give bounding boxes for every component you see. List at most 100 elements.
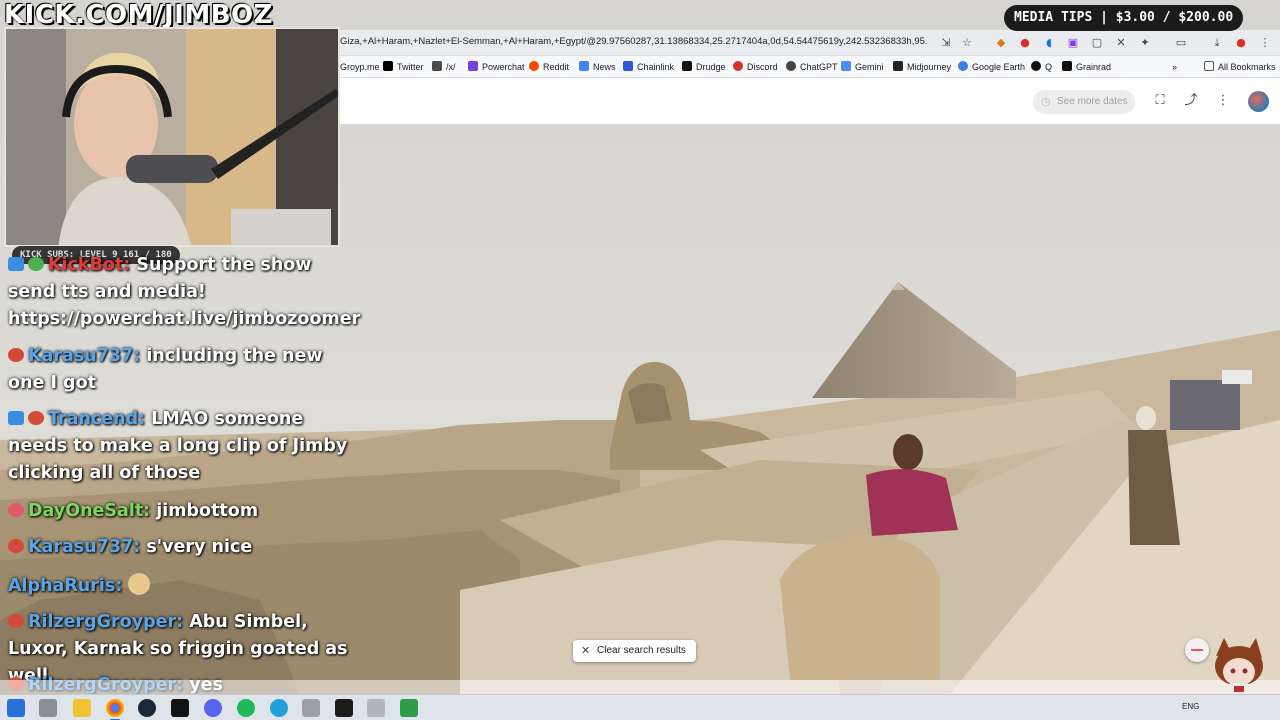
chat-badge-icon <box>8 503 24 517</box>
midjourney-icon <box>893 61 903 71</box>
spotify-icon[interactable] <box>237 699 255 717</box>
bookmark-item[interactable]: Drudge <box>682 60 726 74</box>
bookmark-item[interactable]: ChatGPT <box>786 60 838 74</box>
download-icon[interactable]: ⤓ <box>1210 36 1224 50</box>
audio-extension-icon[interactable]: ◖ <box>1042 36 1056 50</box>
chat-badge-icon <box>8 614 24 628</box>
q-icon <box>1031 61 1041 71</box>
bookmark-item[interactable]: /x/ <box>432 60 456 74</box>
chat-message: DayOneSalt: jimbottom <box>8 498 358 525</box>
reddit-icon <box>529 61 539 71</box>
grainrad-icon <box>1062 61 1072 71</box>
chat-username: DayOneSalt: <box>28 501 151 521</box>
see-more-dates-label: See more dates <box>1057 96 1128 107</box>
extension-icon[interactable]: ▣ <box>1066 36 1080 50</box>
windows-start-icon[interactable] <box>7 699 25 717</box>
tab-search-icon[interactable]: ▭ <box>1174 36 1188 50</box>
media-tips-counter: MEDIA TIPS | $3.00 / $200.00 <box>1004 5 1244 31</box>
discord-icon <box>733 61 743 71</box>
profile-icon[interactable]: ● <box>1234 36 1248 50</box>
xbox-icon[interactable] <box>400 699 418 717</box>
gemini-icon <box>841 61 851 71</box>
more-options-icon[interactable]: ⋮ <box>1215 93 1231 109</box>
file-explorer-icon[interactable] <box>73 699 91 717</box>
terminal-icon[interactable] <box>171 699 189 717</box>
chat-text: s'very nice <box>146 537 253 557</box>
all-bookmarks-button[interactable]: All Bookmarks <box>1204 60 1276 74</box>
drudge-icon <box>682 61 692 71</box>
chat-badge-icon <box>8 348 24 362</box>
bookmark-item[interactable]: Discord <box>733 60 778 74</box>
menu-kebab-icon[interactable]: ⋮ <box>1258 36 1272 50</box>
chainlink-icon <box>623 61 633 71</box>
chat-badge-icon <box>28 257 44 271</box>
account-avatar[interactable] <box>1248 91 1269 112</box>
adblock-extension-icon[interactable]: ● <box>1018 36 1032 50</box>
close-icon: ✕ <box>581 645 591 657</box>
adobe-icon[interactable] <box>335 699 353 717</box>
bookmark-item[interactable]: Gemini <box>841 60 884 74</box>
chat-message: Karasu737: including the new one I got <box>8 343 358 397</box>
bookmark-item[interactable]: Twitter <box>383 60 424 74</box>
discord-icon[interactable] <box>204 699 222 717</box>
app-icon[interactable] <box>302 699 320 717</box>
twitter-icon <box>383 61 393 71</box>
bookmark-item[interactable]: Chainlink <box>623 60 674 74</box>
telegram-icon[interactable] <box>270 699 288 717</box>
extension-icon[interactable]: ▢ <box>1090 36 1104 50</box>
bookmark-item[interactable]: News <box>579 60 616 74</box>
folder-icon <box>1204 61 1214 71</box>
chrome-icon[interactable] <box>106 699 124 720</box>
windows-taskbar: ENG <box>0 694 1280 720</box>
webcam-feed <box>4 27 340 247</box>
chat-badge-icon <box>8 411 24 425</box>
app-icon[interactable] <box>367 699 385 717</box>
bookmark-item[interactable]: Groyp.me <box>340 60 380 74</box>
bookmark-item[interactable]: Google Earth <box>958 60 1025 74</box>
metamask-extension-icon[interactable]: ◆ <box>994 36 1008 50</box>
bookmark-item[interactable]: Midjourney <box>893 60 951 74</box>
chat-badge-icon <box>28 411 44 425</box>
bookmark-item[interactable]: Powerchat <box>468 60 525 74</box>
bookmark-item[interactable]: Q <box>1031 60 1052 74</box>
chat-username: Karasu737: <box>28 537 141 557</box>
chat-message: Karasu737: s'very nice <box>8 534 358 561</box>
chat-username: KickBot: <box>48 255 131 275</box>
history-icon: ◷ <box>1041 96 1051 108</box>
see-more-dates-button[interactable]: ◷ See more dates <box>1033 90 1135 114</box>
clear-search-results-button[interactable]: ✕ Clear search results <box>573 640 696 662</box>
board-icon <box>432 61 442 71</box>
url-text[interactable]: Giza,+Al+Haram,+Nazlet+El-Semman,+Al+Har… <box>340 36 928 47</box>
google-earth-icon <box>958 61 968 71</box>
chat-badge-icon <box>8 257 24 271</box>
screenshot-icon[interactable]: ⛶ <box>1152 93 1168 109</box>
input-language-indicator[interactable]: ENG <box>1182 702 1199 711</box>
x-extension-icon[interactable]: ✕ <box>1114 36 1128 50</box>
map-footer-bar <box>0 680 1280 694</box>
bookmark-item[interactable]: Reddit <box>529 60 569 74</box>
channel-title: KICK.COM/JIMBOZ <box>4 0 273 30</box>
chat-message: AlphaRuris: <box>8 573 358 600</box>
emote-icon <box>128 573 151 595</box>
clear-search-label: Clear search results <box>597 645 686 656</box>
task-view-icon[interactable] <box>39 699 57 717</box>
bookmarks-bar: Groyp.me Twitter /x/ Powerchat Reddit Ne… <box>338 56 1280 78</box>
chat-message: KickBot: Support the show send tts and m… <box>8 252 360 333</box>
chat-username: Karasu737: <box>28 346 141 366</box>
news-icon <box>579 61 589 71</box>
webcam-image <box>6 29 338 245</box>
chatgpt-icon <box>786 61 796 71</box>
share-icon[interactable]: ⤴ <box>1183 93 1199 109</box>
chat-username: RilzergGroyper: <box>28 612 184 632</box>
chat-username: AlphaRuris: <box>8 576 123 596</box>
chat-badge-icon <box>8 539 24 553</box>
person-figure <box>893 434 923 470</box>
bookmarks-overflow-button[interactable]: » <box>1172 60 1177 74</box>
bookmark-item[interactable]: Grainrad <box>1062 60 1111 74</box>
maps-top-bar: ◷ See more dates ⛶ ⤴ ⋮ <box>338 78 1280 124</box>
steam-icon[interactable] <box>138 699 156 717</box>
install-icon[interactable]: ⇲ <box>939 36 953 50</box>
address-bar[interactable]: Giza,+Al+Haram,+Nazlet+El-Semman,+Al+Har… <box>338 30 1280 56</box>
puzzle-icon[interactable]: ✦ <box>1138 36 1152 50</box>
bookmark-star-icon[interactable]: ☆ <box>960 36 974 50</box>
